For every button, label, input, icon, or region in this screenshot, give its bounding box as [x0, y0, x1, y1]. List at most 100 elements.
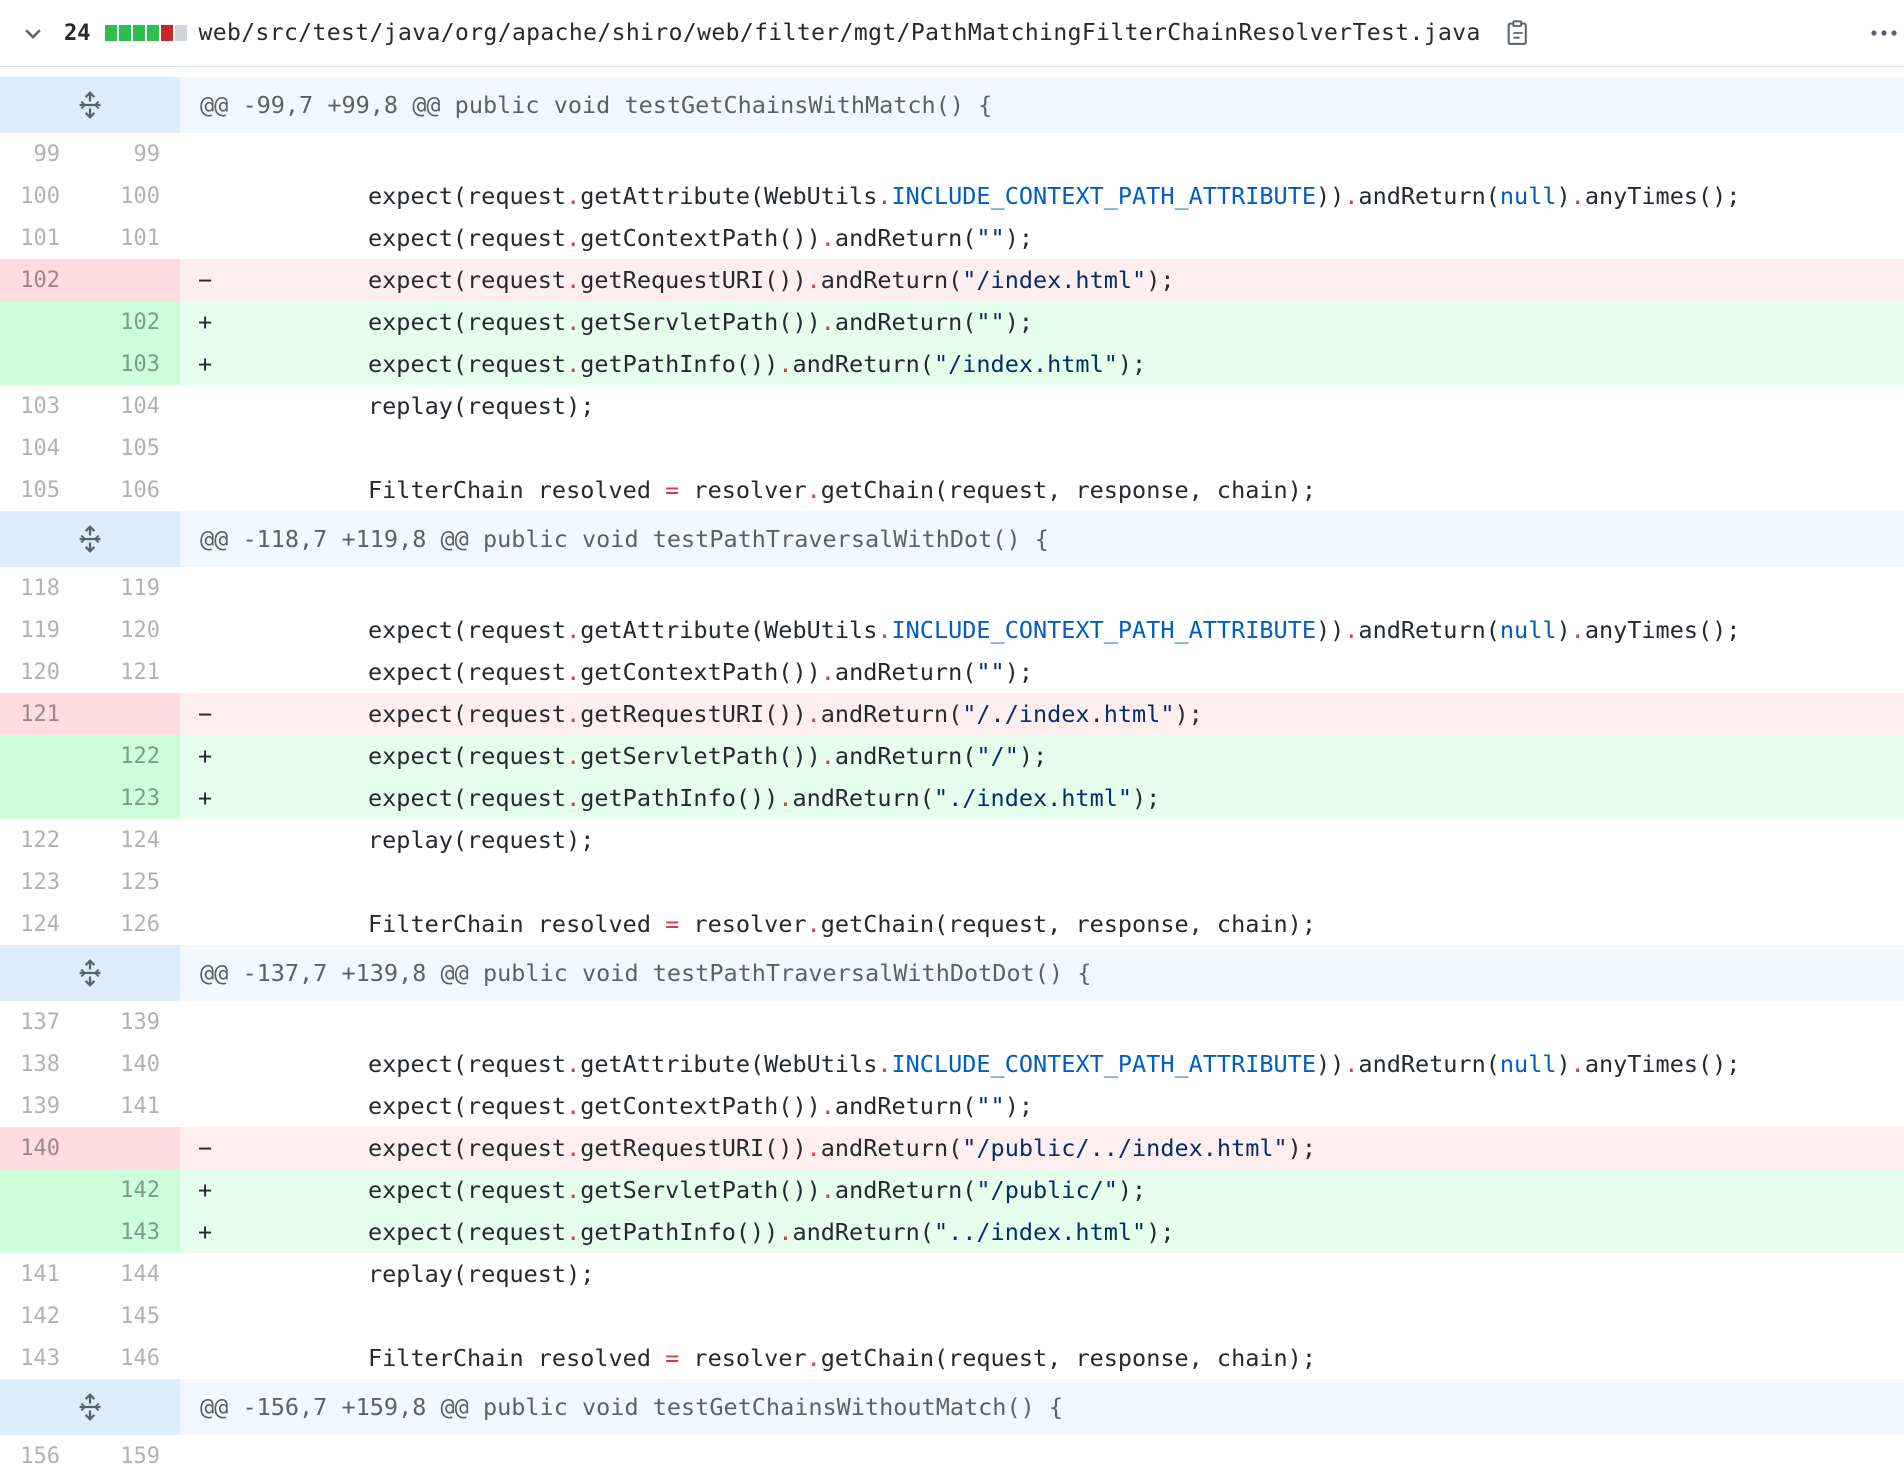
old-line-number[interactable]: 139	[0, 1085, 80, 1127]
diff-table: @@ -99,7 +99,8 @@ public void testGetCha…	[0, 77, 1904, 1477]
old-line-number[interactable]: 119	[0, 609, 80, 651]
code-token: replay(request);	[368, 392, 595, 420]
expand-lines-icon[interactable]	[0, 511, 180, 567]
old-line-number[interactable]	[0, 1211, 80, 1253]
new-line-number[interactable]: 120	[80, 609, 180, 651]
new-line-number[interactable]	[80, 1127, 180, 1169]
context-line: 101 101 expect(request. getContextPath()). a…	[0, 217, 1904, 259]
old-line-number[interactable]: 138	[0, 1043, 80, 1085]
code-token: getChain(request, response, chain);	[820, 1344, 1316, 1372]
new-line-number[interactable]: 143	[80, 1211, 180, 1253]
new-line-number[interactable]: 106	[80, 469, 180, 511]
new-line-number[interactable]: 142	[80, 1169, 180, 1211]
code-token: .	[877, 182, 892, 210]
code-line: replay(request);	[222, 385, 1904, 427]
code-token: FilterChain resolved	[368, 476, 666, 504]
new-line-number[interactable]: 124	[80, 819, 180, 861]
code-token: .	[1344, 616, 1359, 644]
diffstat-block	[174, 25, 187, 41]
code-token: andReturn(	[820, 1134, 963, 1162]
diff-sign: +	[198, 1218, 213, 1246]
code-token: );	[1018, 742, 1048, 770]
old-line-number[interactable]: 122	[0, 819, 80, 861]
code-token: getAttribute(WebUtils	[580, 616, 878, 644]
new-line-number[interactable]: 119	[80, 567, 180, 609]
new-line-number[interactable]: 125	[80, 861, 180, 903]
old-line-number[interactable]	[0, 777, 80, 819]
diff-sign: +	[198, 350, 213, 378]
old-line-number[interactable]: 102	[0, 259, 80, 301]
new-line-number[interactable]: 144	[80, 1253, 180, 1295]
new-line-number[interactable]: 99	[80, 133, 180, 175]
old-line-number[interactable]: 142	[0, 1295, 80, 1337]
new-line-number[interactable]: 105	[80, 427, 180, 469]
chevron-down-icon[interactable]	[20, 20, 46, 46]
old-line-number[interactable]: 118	[0, 567, 80, 609]
diffstat	[104, 25, 187, 41]
expand-lines-icon[interactable]	[0, 1379, 180, 1435]
new-line-number[interactable]: 140	[80, 1043, 180, 1085]
old-line-number[interactable]: 120	[0, 651, 80, 693]
code-line: expect(request. getPathInfo()). andReturn(…	[222, 343, 1904, 385]
old-line-number[interactable]: 101	[0, 217, 80, 259]
old-line-number[interactable]: 156	[0, 1435, 80, 1477]
code-token: ))	[1315, 182, 1345, 210]
old-line-number[interactable]: 140	[0, 1127, 80, 1169]
new-line-number[interactable]	[80, 259, 180, 301]
new-line-number[interactable]: 103	[80, 343, 180, 385]
new-line-number[interactable]: 121	[80, 651, 180, 693]
code-token: "/"	[976, 742, 1019, 770]
code-token: andReturn(	[834, 308, 977, 336]
new-line-number[interactable]: 139	[80, 1001, 180, 1043]
code-token: expect(request	[368, 182, 567, 210]
old-line-number[interactable]	[0, 301, 80, 343]
old-line-number[interactable]: 103	[0, 385, 80, 427]
old-line-number[interactable]	[0, 343, 80, 385]
code-token: andReturn(	[834, 224, 977, 252]
kebab-menu-icon[interactable]	[1864, 18, 1904, 48]
old-line-number[interactable]: 99	[0, 133, 80, 175]
code-token: anyTimes();	[1584, 182, 1741, 210]
code-token: expect(request	[368, 700, 567, 728]
new-line-number[interactable]: 145	[80, 1295, 180, 1337]
code-token: getPathInfo())	[580, 350, 779, 378]
old-line-number[interactable]: 137	[0, 1001, 80, 1043]
new-line-number[interactable]: 104	[80, 385, 180, 427]
old-line-number[interactable]: 123	[0, 861, 80, 903]
new-line-number[interactable]: 102	[80, 301, 180, 343]
new-line-number[interactable]: 100	[80, 175, 180, 217]
hunk-header-text: @@ -156,7 +159,8 @@ public void testGetC…	[200, 1393, 1064, 1421]
code-token: ))	[1315, 616, 1345, 644]
code-token: "/index.html"	[933, 350, 1118, 378]
new-line-number[interactable]: 122	[80, 735, 180, 777]
old-line-number[interactable]: 121	[0, 693, 80, 735]
new-line-number[interactable]: 159	[80, 1435, 180, 1477]
new-line-number[interactable]: 126	[80, 903, 180, 945]
new-line-number[interactable]: 146	[80, 1337, 180, 1379]
code-token: andReturn(	[792, 784, 934, 812]
new-line-number[interactable]	[80, 693, 180, 735]
code-token: );	[1132, 784, 1161, 812]
old-line-number[interactable]: 100	[0, 175, 80, 217]
old-line-number[interactable]: 105	[0, 469, 80, 511]
new-line-number[interactable]: 141	[80, 1085, 180, 1127]
context-line: 99 99	[0, 133, 1904, 175]
code-token: resolver	[679, 1344, 807, 1372]
old-line-number[interactable]: 124	[0, 903, 80, 945]
file-path[interactable]: web/src/test/java/org/apache/shiro/web/f…	[199, 20, 1481, 46]
new-line-number[interactable]: 123	[80, 777, 180, 819]
old-line-number[interactable]: 141	[0, 1253, 80, 1295]
old-line-number[interactable]: 143	[0, 1337, 80, 1379]
code-token: );	[1146, 266, 1175, 294]
expand-lines-icon[interactable]	[0, 77, 180, 133]
expand-lines-icon[interactable]	[0, 945, 180, 1001]
old-line-number[interactable]	[0, 1169, 80, 1211]
old-line-number[interactable]: 104	[0, 427, 80, 469]
copy-path-icon[interactable]	[1503, 18, 1533, 48]
code-line: expect(request. getAttribute(WebUtils. INC…	[222, 175, 1904, 217]
old-line-number[interactable]	[0, 735, 80, 777]
diff-sign: −	[198, 700, 213, 728]
new-line-number[interactable]: 101	[80, 217, 180, 259]
